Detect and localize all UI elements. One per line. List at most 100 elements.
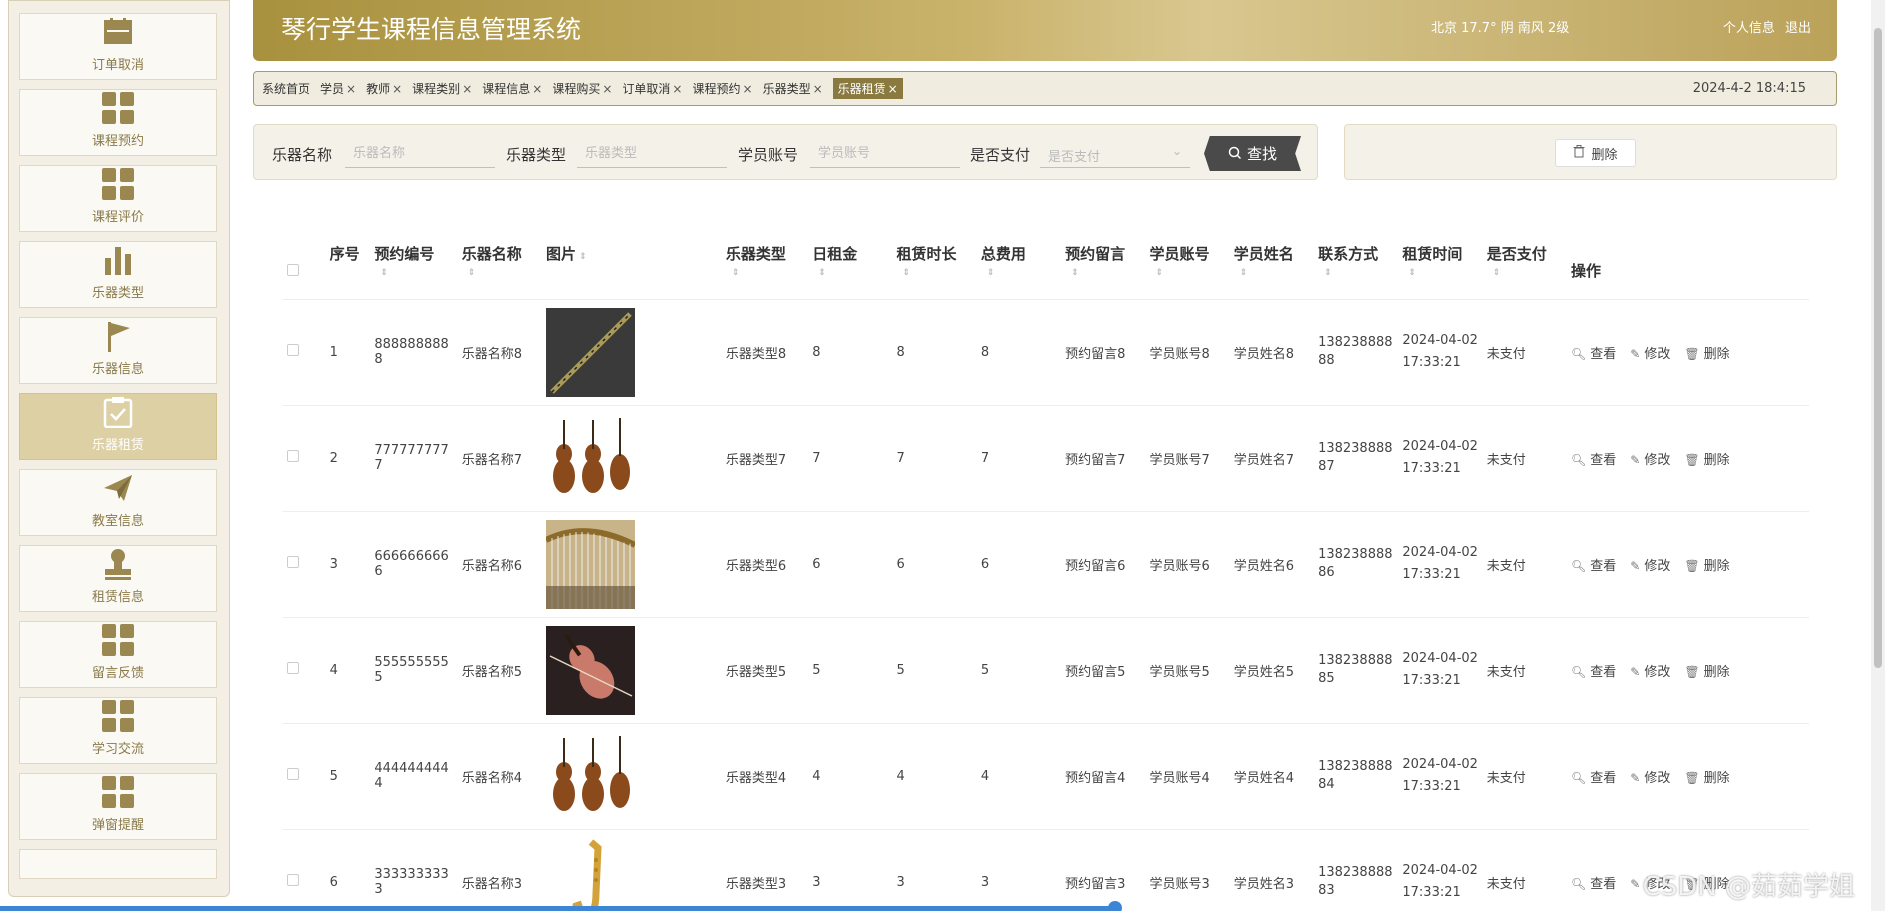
sidebar-item-instrument-rental[interactable]: 乐器租赁 — [19, 393, 217, 460]
cell-name: 乐器名称6 — [457, 510, 543, 617]
sort-icon[interactable]: ⇕ — [1408, 268, 1478, 278]
tab-label: 课程预约 — [692, 82, 741, 96]
tab-instrument-rental[interactable]: 乐器租赁 × — [832, 78, 903, 99]
sidebar-item-instrument-type[interactable]: 乐器类型 — [19, 241, 217, 308]
close-icon[interactable]: × — [743, 82, 753, 96]
col-duration[interactable]: 租赁时长 ⇕ — [893, 235, 977, 299]
close-icon[interactable]: × — [346, 82, 356, 96]
vertical-scrollbar[interactable] — [1871, 0, 1885, 911]
profile-link[interactable]: 个人信息 — [1723, 21, 1775, 36]
close-icon[interactable]: × — [888, 82, 898, 96]
sort-icon[interactable]: ⇕ — [380, 268, 453, 278]
instrument-image — [546, 413, 718, 503]
row-checkbox[interactable] — [287, 874, 299, 887]
close-icon[interactable]: × — [672, 82, 682, 96]
instrument-type-input[interactable] — [577, 140, 727, 168]
cell-index: 6 — [325, 828, 371, 911]
row-checkbox[interactable] — [287, 556, 299, 568]
tab-course-info[interactable]: 课程信息 × — [482, 80, 542, 97]
cell-ops: 🔍︎ 查看 ✎ 修改 🗑︎ 删除 — [1567, 722, 1809, 829]
tab-students[interactable]: 学员 × — [320, 80, 356, 97]
close-icon[interactable]: × — [602, 82, 612, 96]
sidebar-item-classroom-info[interactable]: 教室信息 — [19, 469, 217, 536]
sidebar-item-popup-reminder[interactable]: 弹窗提醒 — [19, 773, 217, 840]
col-code[interactable]: 预约编号 ⇕ — [370, 235, 457, 299]
sort-icon[interactable]: ⇕ — [1240, 268, 1310, 278]
logout-link[interactable]: 退出 — [1785, 21, 1811, 36]
progress-handle[interactable] — [1108, 901, 1122, 911]
close-icon[interactable]: × — [813, 82, 823, 96]
view-button[interactable]: 🔍︎ 查看 — [1571, 559, 1616, 574]
close-icon[interactable]: × — [462, 82, 472, 96]
close-icon[interactable]: × — [532, 82, 542, 96]
instrument-name-input[interactable] — [345, 140, 495, 168]
sidebar-item-course-booking[interactable]: 课程预约 — [19, 89, 217, 156]
sidebar-item-course-review[interactable]: 课程评价 — [19, 165, 217, 232]
col-student-name[interactable]: 学员姓名 ⇕ — [1230, 235, 1314, 299]
col-name[interactable]: 乐器名称 ⇕ — [458, 235, 542, 299]
row-checkbox[interactable] — [287, 662, 299, 674]
col-paid[interactable]: 是否支付 ⇕ — [1483, 235, 1567, 299]
sidebar-item-rental-info[interactable]: 租赁信息 — [19, 545, 217, 612]
edit-button[interactable]: ✎ 修改 — [1630, 559, 1670, 574]
delete-row-button[interactable]: 🗑︎ 删除 — [1684, 665, 1729, 680]
edit-button[interactable]: ✎ 修改 — [1630, 665, 1670, 680]
sort-icon[interactable]: ⇕ — [576, 252, 587, 262]
view-button[interactable]: 🔍︎ 查看 — [1571, 347, 1616, 362]
delete-row-button[interactable]: 🗑︎ 删除 — [1684, 453, 1729, 468]
col-message[interactable]: 预约留言 ⇕ — [1061, 235, 1145, 299]
tab-instrument-type[interactable]: 乐器类型 × — [763, 80, 823, 97]
sort-icon[interactable]: ⇕ — [1493, 268, 1563, 278]
edit-button[interactable]: ✎ 修改 — [1630, 771, 1670, 786]
sort-icon[interactable]: ⇕ — [818, 268, 888, 278]
sort-icon[interactable]: ⇕ — [468, 268, 538, 278]
delete-row-button[interactable]: 🗑︎ 删除 — [1684, 347, 1729, 362]
row-checkbox[interactable] — [287, 450, 299, 462]
delete-button[interactable]: 删除 — [1555, 139, 1636, 167]
edit-button[interactable]: ✎ 修改 — [1630, 347, 1670, 362]
tab-course-booking[interactable]: 课程预约 × — [692, 80, 752, 97]
sort-icon[interactable]: ⇕ — [1324, 268, 1394, 278]
tab-course-category[interactable]: 课程类别 × — [412, 80, 472, 97]
col-phone[interactable]: 联系方式 ⇕ — [1314, 235, 1398, 299]
select-all-checkbox[interactable] — [287, 263, 299, 276]
delete-button-label: 删除 — [1591, 147, 1618, 163]
cell-code: 4444444444 — [370, 722, 458, 829]
student-account-input[interactable] — [810, 140, 960, 168]
view-button[interactable]: 🔍︎ 查看 — [1571, 771, 1616, 786]
view-button[interactable]: 🔍︎ 查看 — [1571, 665, 1616, 680]
delete-row-button[interactable]: 🗑︎ 删除 — [1684, 771, 1729, 786]
sidebar-item-study-exchange[interactable]: 学习交流 — [19, 697, 217, 764]
col-daily-rent[interactable]: 日租金 ⇕ — [808, 235, 892, 299]
col-time[interactable]: 租赁时间 ⇕ — [1398, 235, 1482, 299]
sort-icon[interactable]: ⇕ — [732, 268, 804, 278]
view-button[interactable]: 🔍︎ 查看 — [1571, 877, 1616, 892]
close-icon[interactable]: × — [392, 82, 402, 96]
view-button[interactable]: 🔍︎ 查看 — [1571, 453, 1616, 468]
row-checkbox[interactable] — [287, 768, 299, 780]
delete-row-button[interactable]: 🗑︎ 删除 — [1684, 559, 1729, 574]
col-total[interactable]: 总费用 ⇕ — [977, 235, 1061, 299]
tab-teachers[interactable]: 教师 × — [366, 80, 402, 97]
sort-icon[interactable]: ⇕ — [1071, 268, 1141, 278]
tab-home[interactable]: 系统首页 — [262, 80, 310, 97]
paid-select[interactable]: 是否支付 ⌄ — [1040, 140, 1190, 168]
sidebar-item-instrument-info[interactable]: 乐器信息 — [19, 317, 217, 384]
search-button[interactable]: 查找 — [1204, 136, 1301, 171]
scroll-thumb[interactable] — [1874, 28, 1882, 668]
sort-icon[interactable]: ⇕ — [903, 268, 973, 278]
sort-icon[interactable]: ⇕ — [1155, 268, 1225, 278]
row-checkbox[interactable] — [287, 344, 299, 356]
col-image[interactable]: 图片 ⇕ — [542, 235, 722, 299]
sidebar-item-order-cancel[interactable]: 订单取消 — [19, 13, 217, 80]
sidebar-item-feedback[interactable]: 留言反馈 — [19, 621, 217, 688]
tab-order-cancel[interactable]: 订单取消 × — [622, 80, 682, 97]
col-account[interactable]: 学员账号 ⇕ — [1145, 235, 1229, 299]
sort-icon[interactable]: ⇕ — [987, 268, 1057, 278]
tab-course-purchase[interactable]: 课程购买 × — [552, 80, 612, 97]
paper-plane-icon — [102, 472, 134, 504]
edit-button[interactable]: ✎ 修改 — [1630, 453, 1670, 468]
col-type[interactable]: 乐器类型 ⇕ — [722, 235, 808, 299]
cell-message: 预约留言3 — [1061, 828, 1146, 911]
sidebar-item-partial[interactable] — [19, 849, 217, 879]
